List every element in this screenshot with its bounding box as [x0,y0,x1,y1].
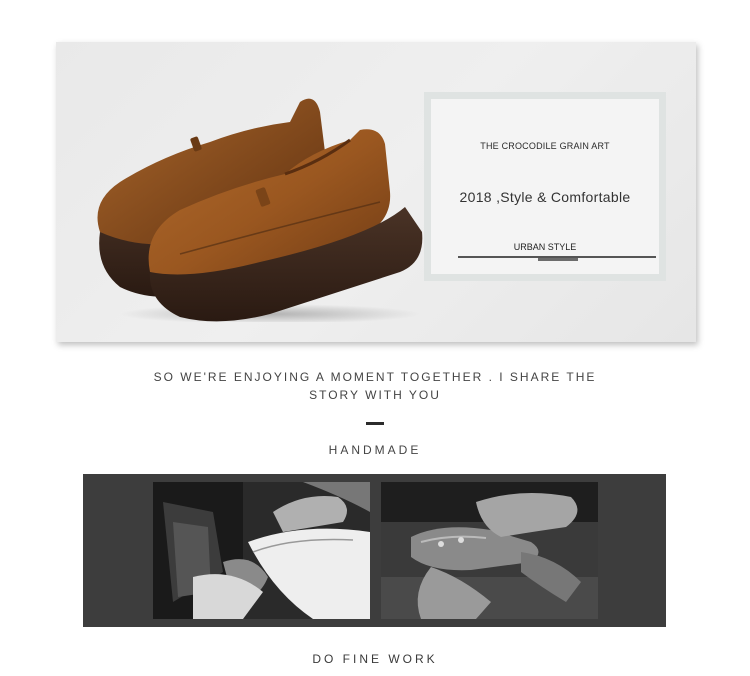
section-label-handmade: HANDMADE [328,443,422,457]
hero-banner: THE CROCODILE GRAIN ART 2018 ,Style & Co… [56,42,696,342]
craft-photo-leather-shaping [153,482,370,619]
shoe-product-image [97,98,423,322]
craft-photo-shoe-last [381,482,598,619]
promo-style-label: URBAN STYLE [513,242,577,252]
story-tagline: SO WE'RE ENJOYING A MOMENT TOGETHER . I … [153,370,597,402]
promo-divider-accent [538,258,578,261]
promo-title: 2018 ,Style & Comfortable [459,189,631,205]
promo-kicker: THE CROCODILE GRAIN ART [480,141,610,151]
footer-label-fine-work: DO FINE WORK [312,652,438,666]
craft-gallery [83,474,666,627]
promo-card-inner: THE CROCODILE GRAIN ART 2018 ,Style & Co… [431,99,659,274]
section-dash-divider [366,422,384,425]
promo-card: THE CROCODILE GRAIN ART 2018 ,Style & Co… [424,92,666,281]
